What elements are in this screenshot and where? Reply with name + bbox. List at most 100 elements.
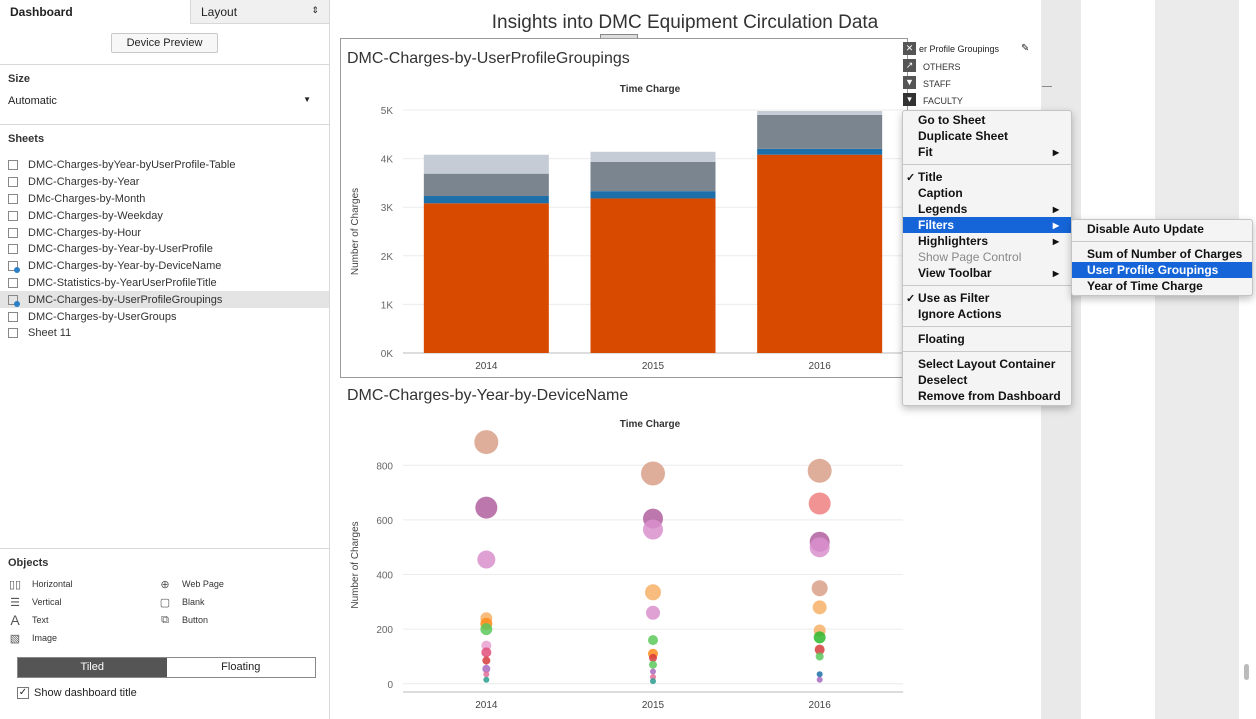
menu-item-user-profile-groupings[interactable]: User Profile Groupings (1072, 262, 1252, 278)
menu-item-title[interactable]: ✓ Title (903, 169, 1071, 185)
edit-icon[interactable]: ✎ (1021, 43, 1029, 54)
menu-item-label: Title (918, 170, 943, 184)
menu-item-label: Ignore Actions (918, 307, 1002, 321)
object-web-page[interactable]: ⊕ Web Page (158, 577, 308, 591)
text-icon: A (10, 612, 20, 628)
menu-item-year-of-time-charge[interactable]: Year of Time Charge (1072, 278, 1252, 294)
legend-item-faculty[interactable]: FACULTY (923, 96, 963, 106)
tiled-option[interactable]: Tiled (18, 658, 167, 677)
y-tick-label: 800 (376, 461, 393, 472)
worksheet-icon (8, 227, 18, 238)
filter-icon[interactable]: ▼ (903, 76, 916, 89)
menu-item-duplicate-sheet[interactable]: Duplicate Sheet (903, 128, 1071, 144)
sheet-item[interactable]: DMC-Charges-byYear-byUserProfile-Table (0, 157, 329, 174)
worksheet-icon (8, 328, 18, 339)
chart2-title: DMC-Charges-by-Year-by-DeviceName (347, 387, 629, 404)
sheet-item[interactable]: DMC-Charges-by-Hour (0, 224, 329, 241)
menu-item-deselect[interactable]: Deselect (903, 372, 1071, 388)
sheet-item[interactable]: DMC-Charges-by-Year-by-UserProfile (0, 241, 329, 258)
sheet-item[interactable]: Sheet 11 (0, 325, 329, 342)
sheet-item[interactable]: DMC-Charges-by-Year (0, 174, 329, 191)
tab-dashboard[interactable]: Dashboard (0, 0, 190, 24)
menu-item-fit[interactable]: Fit ▶ (903, 144, 1071, 160)
menu-item-legends[interactable]: Legends ▶ (903, 201, 1071, 217)
sheet-label: DMc-Charges-by-Month (28, 192, 146, 205)
menu-item-view-toolbar[interactable]: View Toolbar ▶ (903, 265, 1071, 281)
object-vertical[interactable]: ☰ Vertical (8, 595, 158, 609)
x-tick-label: 2015 (642, 361, 665, 372)
button-icon: ⧉ (161, 613, 169, 626)
size-section: Size Automatic ▼ (0, 64, 329, 122)
object-text[interactable]: A Text (8, 612, 158, 628)
menu-item-label: Go to Sheet (918, 113, 986, 127)
menu-item-use-as-filter[interactable]: ✓ Use as Filter (903, 290, 1071, 306)
object-button[interactable]: ⧉ Button (158, 613, 308, 627)
show-title-checkbox[interactable]: ✓ (17, 687, 29, 699)
sheet-label: DMC-Charges-by-Weekday (28, 209, 163, 222)
updown-icon: ⇕ (311, 5, 319, 15)
sheet-label: DMC-Charges-by-UserProfileGroupings (28, 293, 223, 306)
more-options-icon[interactable]: ▾ (903, 93, 916, 106)
y-tick-label: 3K (381, 203, 394, 214)
scatter-point (649, 660, 657, 669)
floating-option[interactable]: Floating (167, 658, 316, 677)
tab-layout[interactable]: Layout ⇕ (190, 0, 329, 24)
size-dropdown[interactable]: Automatic ▼ (0, 93, 319, 109)
object-horizontal[interactable]: ▯▯ Horizontal (8, 577, 158, 591)
menu-item-go-to-sheet[interactable]: Go to Sheet (903, 112, 1071, 128)
menu-item-label: Sum of Number of Charges (1087, 247, 1243, 261)
scatter-point (809, 537, 830, 558)
sheet-item[interactable]: DMC-Charges-by-Weekday (0, 207, 329, 224)
x-tick-label: 2014 (475, 700, 498, 711)
sheet-item[interactable]: DMC-Charges-by-Year-by-DeviceName (0, 258, 329, 275)
show-title-row: ✓ Show dashboard title (0, 678, 329, 708)
size-title: Size (8, 73, 31, 85)
sheet-label: DMC-Charges-by-Year-by-DeviceName (28, 260, 222, 273)
menu-item-caption[interactable]: Caption (903, 185, 1071, 201)
objects-title: Objects (8, 557, 49, 569)
close-icon[interactable]: ✕ (903, 42, 916, 55)
menu-item-filters[interactable]: Filters ▶ (903, 217, 1071, 233)
menu-separator (903, 285, 1071, 286)
sheet-item[interactable]: DMc-Charges-by-Month (0, 191, 329, 208)
bar-segment (423, 203, 549, 353)
objects-section: Objects ▯▯ Horizontal ⊕ Web Page ☰ Vertical… (0, 548, 329, 719)
scrollbar-thumb[interactable] (1244, 664, 1249, 680)
scatter-point (807, 458, 832, 483)
scatter-point (648, 635, 658, 646)
sheet-label: DMC-Charges-by-UserGroups (28, 310, 177, 323)
device-preview-button[interactable]: Device Preview (111, 33, 218, 53)
y-axis-label: Number of Charges (350, 521, 361, 608)
sheet-item[interactable]: DMC-Charges-by-UserProfileGroupings (0, 291, 329, 309)
chart1-title: DMC-Charges-by-UserProfileGroupings (347, 50, 630, 67)
menu-item-highlighters[interactable]: Highlighters ▶ (903, 233, 1071, 249)
legend-item-staff[interactable]: STAFF (923, 79, 951, 89)
sheet-item[interactable]: DMC-Charges-by-UserGroups (0, 308, 329, 325)
legend-item-others[interactable]: OTHERS (923, 62, 961, 72)
object-label: Image (32, 633, 58, 643)
scatter-point (816, 671, 823, 678)
menu-item-floating[interactable]: Floating (903, 331, 1071, 347)
scatter-point (650, 678, 656, 685)
scatter-point (650, 668, 656, 675)
y-tick-label: 1K (381, 300, 394, 311)
menu-item-ignore-actions[interactable]: Ignore Actions (903, 306, 1071, 322)
bar-segment (423, 154, 549, 174)
object-label: Horizontal (32, 579, 73, 589)
scatter-point (643, 519, 663, 540)
menu-item-disable-auto-update[interactable]: Disable Auto Update (1072, 221, 1252, 237)
context-menu: Go to Sheet Duplicate Sheet Fit ▶ ✓ Title Capt… (902, 110, 1072, 406)
menu-item-label: Show Page Control (918, 250, 1022, 264)
menu-item-remove-from-dashboard[interactable]: Remove from Dashboard (903, 388, 1071, 404)
object-blank[interactable]: ▢ Blank (158, 595, 308, 609)
object-image[interactable]: ▧ Image (8, 631, 158, 645)
size-value: Automatic (8, 95, 57, 107)
menu-item-select-layout-container[interactable]: Select Layout Container (903, 356, 1071, 372)
goto-sheet-icon[interactable]: ↗ (903, 59, 916, 72)
chart1-column-header: Time Charge (619, 84, 681, 95)
sheet-item[interactable]: DMC-Statistics-by-YearUserProfileTitle (0, 275, 329, 292)
object-label: Text (32, 615, 49, 625)
tiled-floating-toggle: Tiled Floating (17, 657, 316, 678)
menu-item-sum-of-number-of-charges[interactable]: Sum of Number of Charges (1072, 246, 1252, 262)
user-profile-legend[interactable]: er Profile Groupings ✎ OTHERS STAFF FACU… (901, 40, 1041, 110)
